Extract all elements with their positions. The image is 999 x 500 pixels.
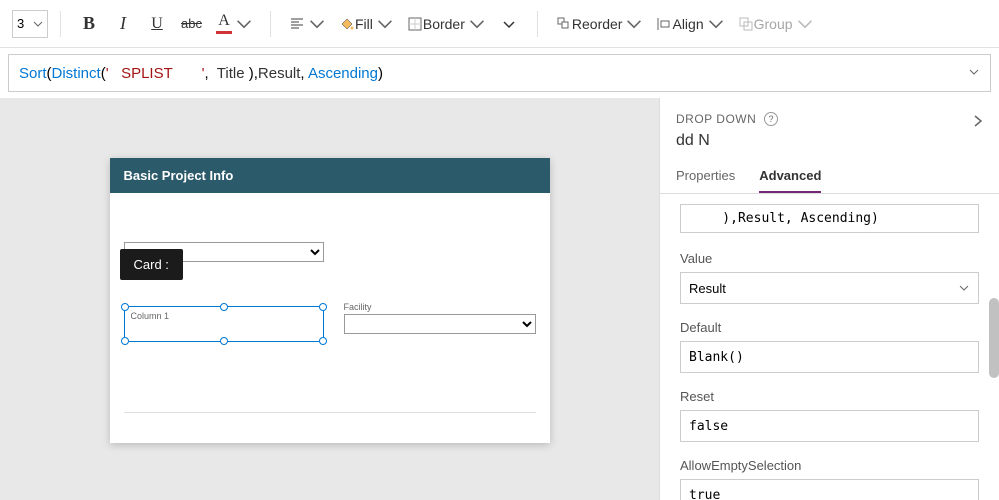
resize-handle[interactable]: [220, 303, 228, 311]
card-tooltip: Card :: [120, 249, 183, 280]
chevron-down-icon: [236, 16, 252, 32]
card-body: Card : Column 1: [110, 193, 550, 443]
form-card[interactable]: Basic Project Info Card : Column 1: [110, 158, 550, 443]
border-icon: [407, 16, 423, 32]
card-header: Basic Project Info: [110, 158, 550, 193]
info-icon[interactable]: ?: [764, 112, 778, 126]
allowempty-label: AllowEmptySelection: [680, 458, 979, 473]
chevron-down-icon: [377, 16, 393, 32]
more-formatting-button[interactable]: [493, 8, 525, 40]
reset-input[interactable]: [680, 410, 979, 442]
panel-tabs: Properties Advanced: [660, 160, 999, 194]
align-icon: [656, 16, 672, 32]
canvas-area[interactable]: Basic Project Info Card : Column 1: [0, 98, 659, 500]
resize-handle[interactable]: [319, 303, 327, 311]
panel-collapse-button[interactable]: [971, 114, 985, 131]
group-label: Group: [754, 16, 793, 32]
border-label: Border: [423, 16, 465, 32]
align-label: Align: [672, 16, 703, 32]
resize-handle[interactable]: [121, 303, 129, 311]
panel-scrollbar[interactable]: [989, 298, 999, 378]
chevron-down-icon: [469, 16, 485, 32]
reorder-button[interactable]: Reorder: [550, 8, 649, 40]
chevron-down-icon: [958, 282, 970, 294]
group-icon: [738, 16, 754, 32]
facility-label: Facility: [344, 302, 536, 312]
resize-handle[interactable]: [220, 337, 228, 345]
fill-label: Fill: [355, 16, 373, 32]
default-label: Default: [680, 320, 979, 335]
formatting-toolbar: 3 B I U abc A Fill Border: [0, 0, 999, 48]
align-button[interactable]: Align: [650, 8, 729, 40]
group-button: Group: [732, 8, 819, 40]
formula-expand-button[interactable]: [968, 65, 980, 82]
chevron-down-icon: [626, 16, 642, 32]
font-color-button[interactable]: A: [210, 8, 258, 40]
chevron-down-icon: [797, 16, 813, 32]
chevron-down-icon: [708, 16, 724, 32]
selected-dropdown-control[interactable]: Column 1: [124, 306, 324, 342]
resize-handle[interactable]: [121, 337, 129, 345]
column1-label: Column 1: [131, 311, 317, 321]
reset-label: Reset: [680, 389, 979, 404]
chevron-down-icon: [309, 16, 325, 32]
fill-button[interactable]: Fill: [333, 8, 399, 40]
chevron-down-icon: [33, 19, 43, 29]
reorder-label: Reorder: [572, 16, 623, 32]
panel-control-type: DROP DOWN ?: [676, 112, 778, 126]
formula-text: Sort(Distinct(' SPLIST ', Title ),Result…: [19, 65, 383, 82]
underline-button[interactable]: U: [141, 8, 173, 40]
chevron-down-large-icon: [501, 16, 517, 32]
control-name[interactable]: dd N: [660, 130, 999, 160]
font-size-input[interactable]: 3: [12, 10, 48, 38]
default-input[interactable]: [680, 341, 979, 373]
allowempty-input[interactable]: [680, 479, 979, 500]
chevron-right-icon: [971, 114, 985, 128]
chevron-down-icon: [968, 66, 980, 78]
facility-dropdown[interactable]: [344, 314, 536, 334]
items-formula-preview[interactable]: ),Result, Ascending): [680, 204, 979, 233]
tab-advanced[interactable]: Advanced: [759, 160, 821, 193]
border-button[interactable]: Border: [401, 8, 491, 40]
font-size-value: 3: [17, 16, 24, 31]
divider: [124, 412, 536, 413]
text-align-button[interactable]: [283, 8, 331, 40]
workspace: Basic Project Info Card : Column 1: [0, 98, 999, 500]
strikethrough-button[interactable]: abc: [175, 8, 208, 40]
bold-button[interactable]: B: [73, 8, 105, 40]
reorder-icon: [556, 16, 572, 32]
formula-bar[interactable]: Sort(Distinct(' SPLIST ', Title ),Result…: [8, 54, 991, 92]
value-label: Value: [680, 251, 979, 266]
italic-button[interactable]: I: [107, 8, 139, 40]
properties-panel: DROP DOWN ? dd N Properties Advanced ),R…: [659, 98, 999, 500]
resize-handle[interactable]: [319, 337, 327, 345]
align-left-icon: [289, 16, 305, 32]
tab-properties[interactable]: Properties: [676, 160, 735, 193]
value-select[interactable]: Result: [680, 272, 979, 304]
paint-bucket-icon: [339, 16, 355, 32]
value-selected: Result: [689, 281, 726, 296]
panel-body: ),Result, Ascending) Value Result Defaul…: [660, 194, 999, 500]
